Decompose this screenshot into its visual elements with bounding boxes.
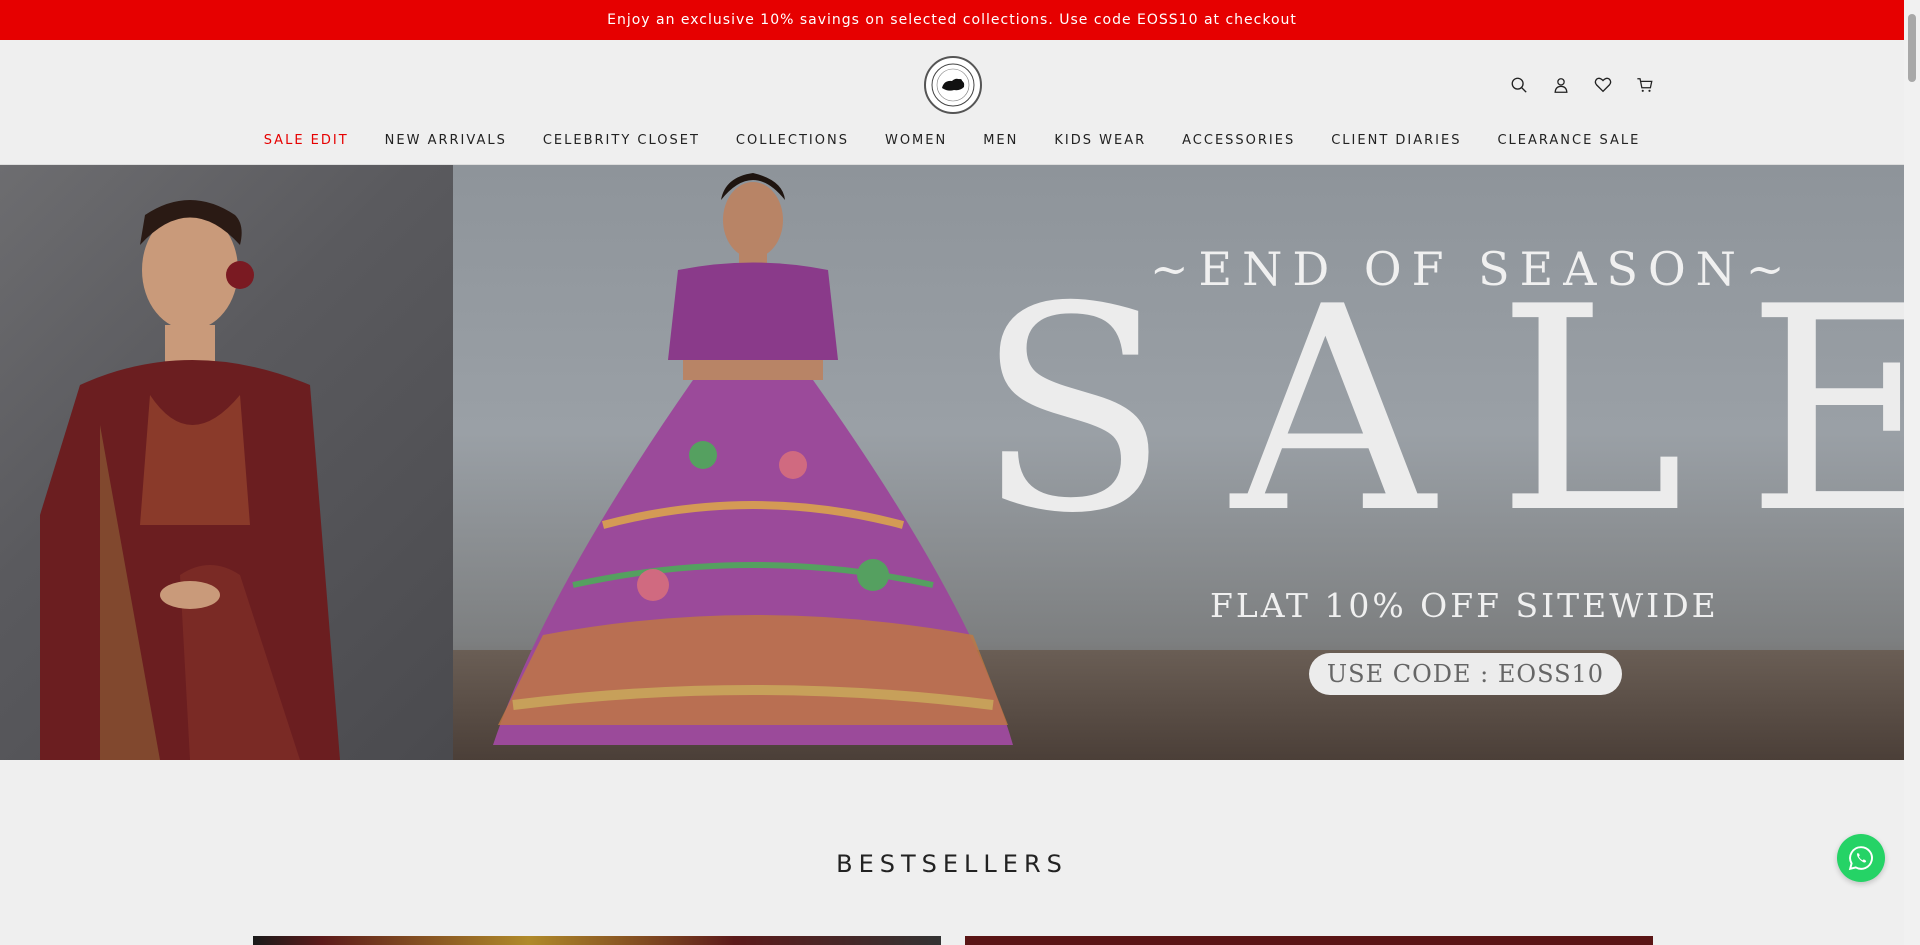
nav-collections[interactable]: COLLECTIONS bbox=[718, 133, 867, 148]
promo-code-badge: USE CODE : EOSS10 bbox=[1309, 653, 1622, 695]
cart-icon[interactable] bbox=[1634, 74, 1656, 96]
nav-women[interactable]: WOMEN bbox=[867, 133, 965, 148]
brand-logo[interactable] bbox=[924, 56, 982, 114]
header-actions bbox=[1508, 74, 1656, 96]
account-icon[interactable] bbox=[1550, 74, 1572, 96]
logo-emblem-icon bbox=[931, 63, 975, 107]
wishlist-icon[interactable] bbox=[1592, 74, 1614, 96]
nav-kids-wear[interactable]: KIDS WEAR bbox=[1036, 133, 1164, 148]
hero-offer: FLAT 10% OFF SITEWIDE bbox=[1210, 586, 1719, 625]
hero-heading: SALE bbox=[976, 246, 1920, 575]
nav-client-diaries[interactable]: CLIENT DIARIES bbox=[1313, 133, 1479, 148]
announcement-text: Enjoy an exclusive 10% savings on select… bbox=[607, 12, 1297, 28]
page-scrollbar[interactable] bbox=[1904, 0, 1920, 945]
nav-clearance-sale[interactable]: CLEARANCE SALE bbox=[1479, 133, 1658, 148]
nav-celebrity-closet[interactable]: CELEBRITY CLOSET bbox=[525, 133, 718, 148]
promo-code-text: USE CODE : EOSS10 bbox=[1326, 660, 1605, 688]
bestsellers-heading: BESTSELLERS bbox=[836, 850, 1068, 878]
whatsapp-chat-button[interactable] bbox=[1837, 834, 1885, 882]
nav-new-arrivals[interactable]: NEW ARRIVALS bbox=[367, 133, 525, 148]
previous-slide-image bbox=[0, 165, 453, 760]
site-header: SALE EDIT NEW ARRIVALS CELEBRITY CLOSET … bbox=[0, 40, 1904, 165]
nav-sale-edit[interactable]: SALE EDIT bbox=[246, 133, 367, 148]
model-maroon-outfit-image bbox=[40, 200, 340, 760]
search-icon[interactable] bbox=[1508, 74, 1530, 96]
nav-men[interactable]: MEN bbox=[965, 133, 1036, 148]
whatsapp-icon bbox=[1848, 846, 1873, 871]
announcement-bar: Enjoy an exclusive 10% savings on select… bbox=[0, 0, 1904, 40]
product-card[interactable] bbox=[253, 936, 941, 945]
product-card[interactable] bbox=[965, 936, 1653, 945]
scrollbar-thumb[interactable] bbox=[1908, 14, 1916, 82]
nav-accessories[interactable]: ACCESSORIES bbox=[1164, 133, 1313, 148]
main-navigation: SALE EDIT NEW ARRIVALS CELEBRITY CLOSET … bbox=[0, 133, 1904, 148]
